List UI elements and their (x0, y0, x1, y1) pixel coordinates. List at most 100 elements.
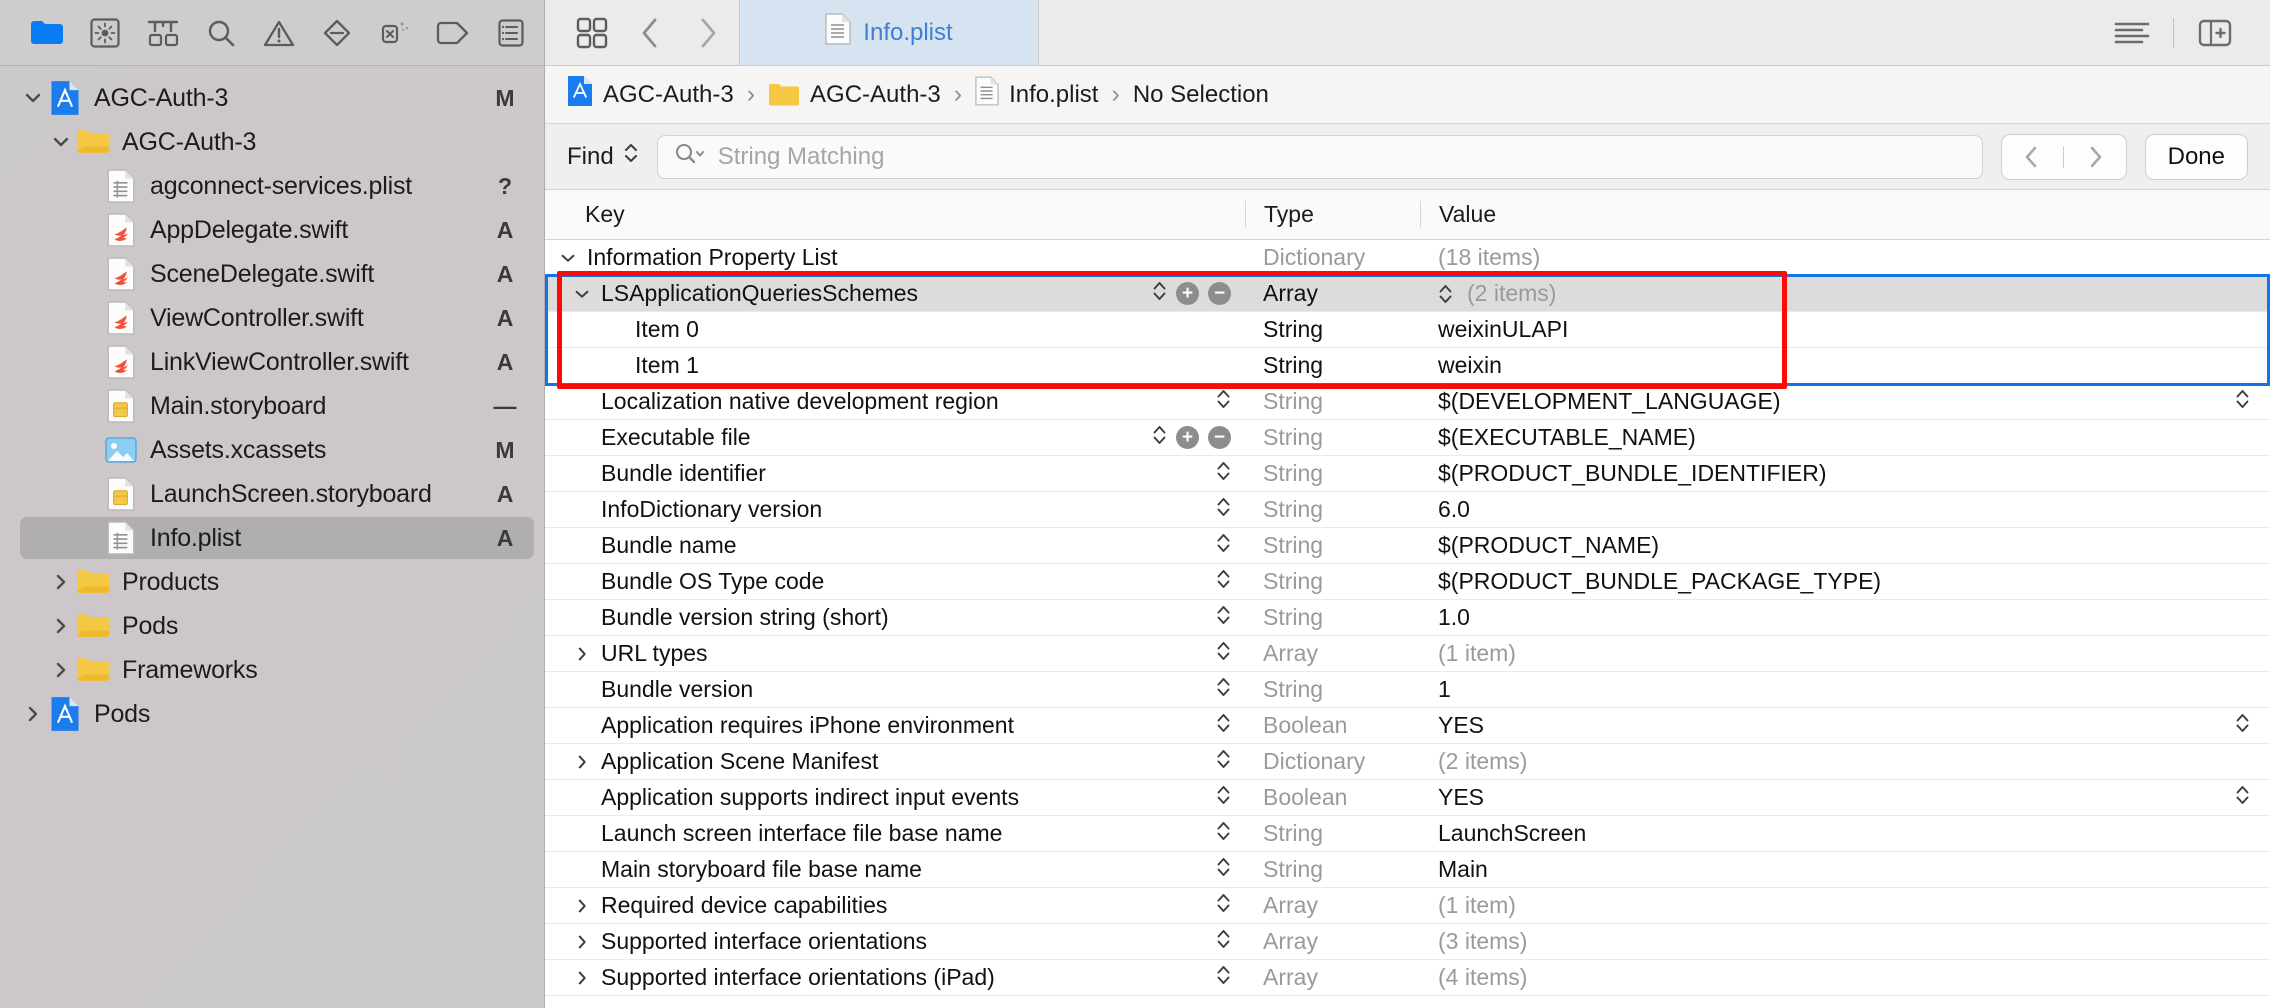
plist-key-cell[interactable]: Bundle OS Type code (545, 566, 1245, 598)
plist-value-cell[interactable]: LaunchScreen (1420, 820, 2270, 847)
plist-key-cell[interactable]: Item 0 (545, 316, 1245, 343)
chevron-right-icon[interactable] (46, 655, 76, 685)
navigator-item-pods[interactable]: Pods (0, 692, 544, 736)
plist-value-cell[interactable]: $(PRODUCT_BUNDLE_PACKAGE_TYPE) (1420, 568, 2270, 595)
plist-row[interactable]: Application requires iPhone environment B… (545, 708, 2270, 744)
plist-row[interactable]: Bundle version string (short) String 1.0 (545, 600, 2270, 636)
value-stepper-icon[interactable] (1438, 281, 1453, 307)
done-button[interactable]: Done (2144, 133, 2248, 180)
chevron-right-icon[interactable] (46, 611, 76, 641)
plist-row[interactable]: Application Scene Manifest Dictionary (2 i… (545, 744, 2270, 780)
plist-key-cell[interactable]: Required device capabilities (545, 890, 1245, 922)
plist-type-cell[interactable]: String (1245, 604, 1420, 631)
plist-type-cell[interactable]: Dictionary (1245, 244, 1420, 271)
plist-key-cell[interactable]: InfoDictionary version (545, 494, 1245, 526)
plist-key-cell[interactable]: Supported interface orientations (iPad) (545, 962, 1245, 994)
debug-icon[interactable] (366, 10, 424, 56)
value-stepper-icon[interactable] (2235, 782, 2270, 814)
plist-type-cell[interactable]: String (1245, 424, 1420, 451)
navigator-item-assets-xcassets[interactable]: Assets.xcassets M (0, 428, 544, 472)
plist-key-cell[interactable]: Application requires iPhone environment (545, 710, 1245, 742)
plist-type-cell[interactable]: String (1245, 460, 1420, 487)
plist-type-cell[interactable]: Array (1245, 892, 1420, 919)
plist-row[interactable]: Item 1 String weixin (545, 348, 2270, 384)
key-stepper-icon[interactable] (1152, 278, 1167, 310)
plist-type-cell[interactable]: Boolean (1245, 784, 1420, 811)
source-control-icon[interactable] (76, 10, 134, 56)
chevron-down-icon[interactable] (46, 127, 76, 157)
plist-value-cell[interactable]: $(EXECUTABLE_NAME) (1420, 424, 2270, 451)
plist-row[interactable]: Main storyboard file base name String Main (545, 852, 2270, 888)
key-stepper-icon[interactable] (1216, 890, 1231, 922)
chevron-down-icon[interactable] (569, 285, 595, 303)
plist-key-cell[interactable]: URL types (545, 638, 1245, 670)
plist-value-cell[interactable]: (1 item) (1420, 892, 2270, 919)
plist-value-cell[interactable]: $(DEVELOPMENT_LANGUAGE) (1420, 386, 2270, 418)
chevron-right-icon[interactable] (569, 969, 595, 987)
tag-icon[interactable] (424, 10, 482, 56)
plist-table-body[interactable]: Information Property List Dictionary (18 i… (545, 240, 2270, 996)
column-header-key[interactable]: Key (545, 201, 1245, 228)
plist-value-cell[interactable]: YES (1420, 782, 2270, 814)
plist-type-cell[interactable]: String (1245, 676, 1420, 703)
key-stepper-icon[interactable] (1216, 782, 1231, 814)
navigator-item-appdelegate-swift[interactable]: AppDelegate.swift A (0, 208, 544, 252)
plist-key-cell[interactable]: Information Property List (545, 244, 1245, 271)
plist-key-cell[interactable]: Localization native development region (545, 386, 1245, 418)
navigator-item-pods[interactable]: Pods (0, 604, 544, 648)
plist-row[interactable]: URL types Array (1 item) (545, 636, 2270, 672)
key-stepper-icon[interactable] (1216, 566, 1231, 598)
chevron-right-icon[interactable] (569, 753, 595, 771)
plist-key-cell[interactable]: Executable file + − (545, 422, 1245, 454)
find-input[interactable]: String Matching (656, 134, 1983, 179)
plist-key-cell[interactable]: Bundle version (545, 674, 1245, 706)
navigator-file-list[interactable]: AGC-Auth-3 M AGC-Auth-3 agconnect-services.… (0, 66, 544, 1008)
inspector-toggle-icon[interactable] (2188, 0, 2242, 66)
find-previous-button[interactable] (2002, 144, 2064, 170)
plist-type-cell[interactable]: Array (1245, 964, 1420, 991)
plist-value-cell[interactable]: $(PRODUCT_NAME) (1420, 532, 2270, 559)
navigator-item-launchscreen-storyboard[interactable]: LaunchScreen.storyboard A (0, 472, 544, 516)
plist-key-cell[interactable]: LSApplicationQueriesSchemes + − (545, 278, 1245, 310)
key-stepper-icon[interactable] (1216, 854, 1231, 886)
plist-key-cell[interactable]: Application Scene Manifest (545, 746, 1245, 778)
plist-value-cell[interactable]: (4 items) (1420, 964, 2270, 991)
plist-value-cell[interactable]: 6.0 (1420, 496, 2270, 523)
plist-table[interactable]: Key Type Value Information Property List… (545, 190, 2270, 1008)
text-align-icon[interactable] (2105, 0, 2159, 66)
navigator-item-scenedelegate-swift[interactable]: SceneDelegate.swift A (0, 252, 544, 296)
plist-row[interactable]: Item 0 String weixinULAPI (545, 312, 2270, 348)
key-stepper-icon[interactable] (1216, 602, 1231, 634)
navigator-item-info-plist[interactable]: Info.plist A (0, 516, 544, 560)
breadcrumb-item-folder[interactable]: AGC-Auth-3 (768, 81, 941, 109)
search-icon[interactable] (192, 10, 250, 56)
plist-key-cell[interactable]: Application supports indirect input even… (545, 782, 1245, 814)
plist-type-cell[interactable]: String (1245, 856, 1420, 883)
plist-key-cell[interactable]: Launch screen interface file base name (545, 818, 1245, 850)
navigator-item-viewcontroller-swift[interactable]: ViewController.swift A (0, 296, 544, 340)
navigator-item-agc-auth-3[interactable]: AGC-Auth-3 M (0, 76, 544, 120)
find-mode-selector[interactable]: Find (567, 140, 639, 173)
plist-type-cell[interactable]: String (1245, 316, 1420, 343)
plist-row[interactable]: Bundle identifier String $(PRODUCT_BUNDLE_… (545, 456, 2270, 492)
warning-icon[interactable] (250, 10, 308, 56)
plist-value-cell[interactable]: weixin (1420, 352, 2270, 379)
plist-type-cell[interactable]: Dictionary (1245, 748, 1420, 775)
chevron-right-icon[interactable] (569, 933, 595, 951)
plist-type-cell[interactable]: Array (1245, 280, 1420, 307)
plist-key-cell[interactable]: Item 1 (545, 352, 1245, 379)
report-icon[interactable] (482, 10, 540, 56)
tab-overview-icon[interactable] (565, 0, 619, 66)
add-row-button[interactable]: + (1176, 426, 1199, 449)
breadcrumb-item-project[interactable]: AGC-Auth-3 (567, 75, 734, 114)
plist-row[interactable]: Information Property List Dictionary (18 i… (545, 240, 2270, 276)
plist-key-cell[interactable]: Bundle name (545, 530, 1245, 562)
chevron-right-icon[interactable] (569, 645, 595, 663)
hierarchy-icon[interactable] (134, 10, 192, 56)
plist-type-cell[interactable]: Boolean (1245, 712, 1420, 739)
plist-type-cell[interactable]: Array (1245, 640, 1420, 667)
plist-row[interactable]: Required device capabilities Array (1 item… (545, 888, 2270, 924)
value-stepper-icon[interactable] (2235, 710, 2270, 742)
plist-value-cell[interactable]: 1 (1420, 676, 2270, 703)
key-stepper-icon[interactable] (1216, 926, 1231, 958)
